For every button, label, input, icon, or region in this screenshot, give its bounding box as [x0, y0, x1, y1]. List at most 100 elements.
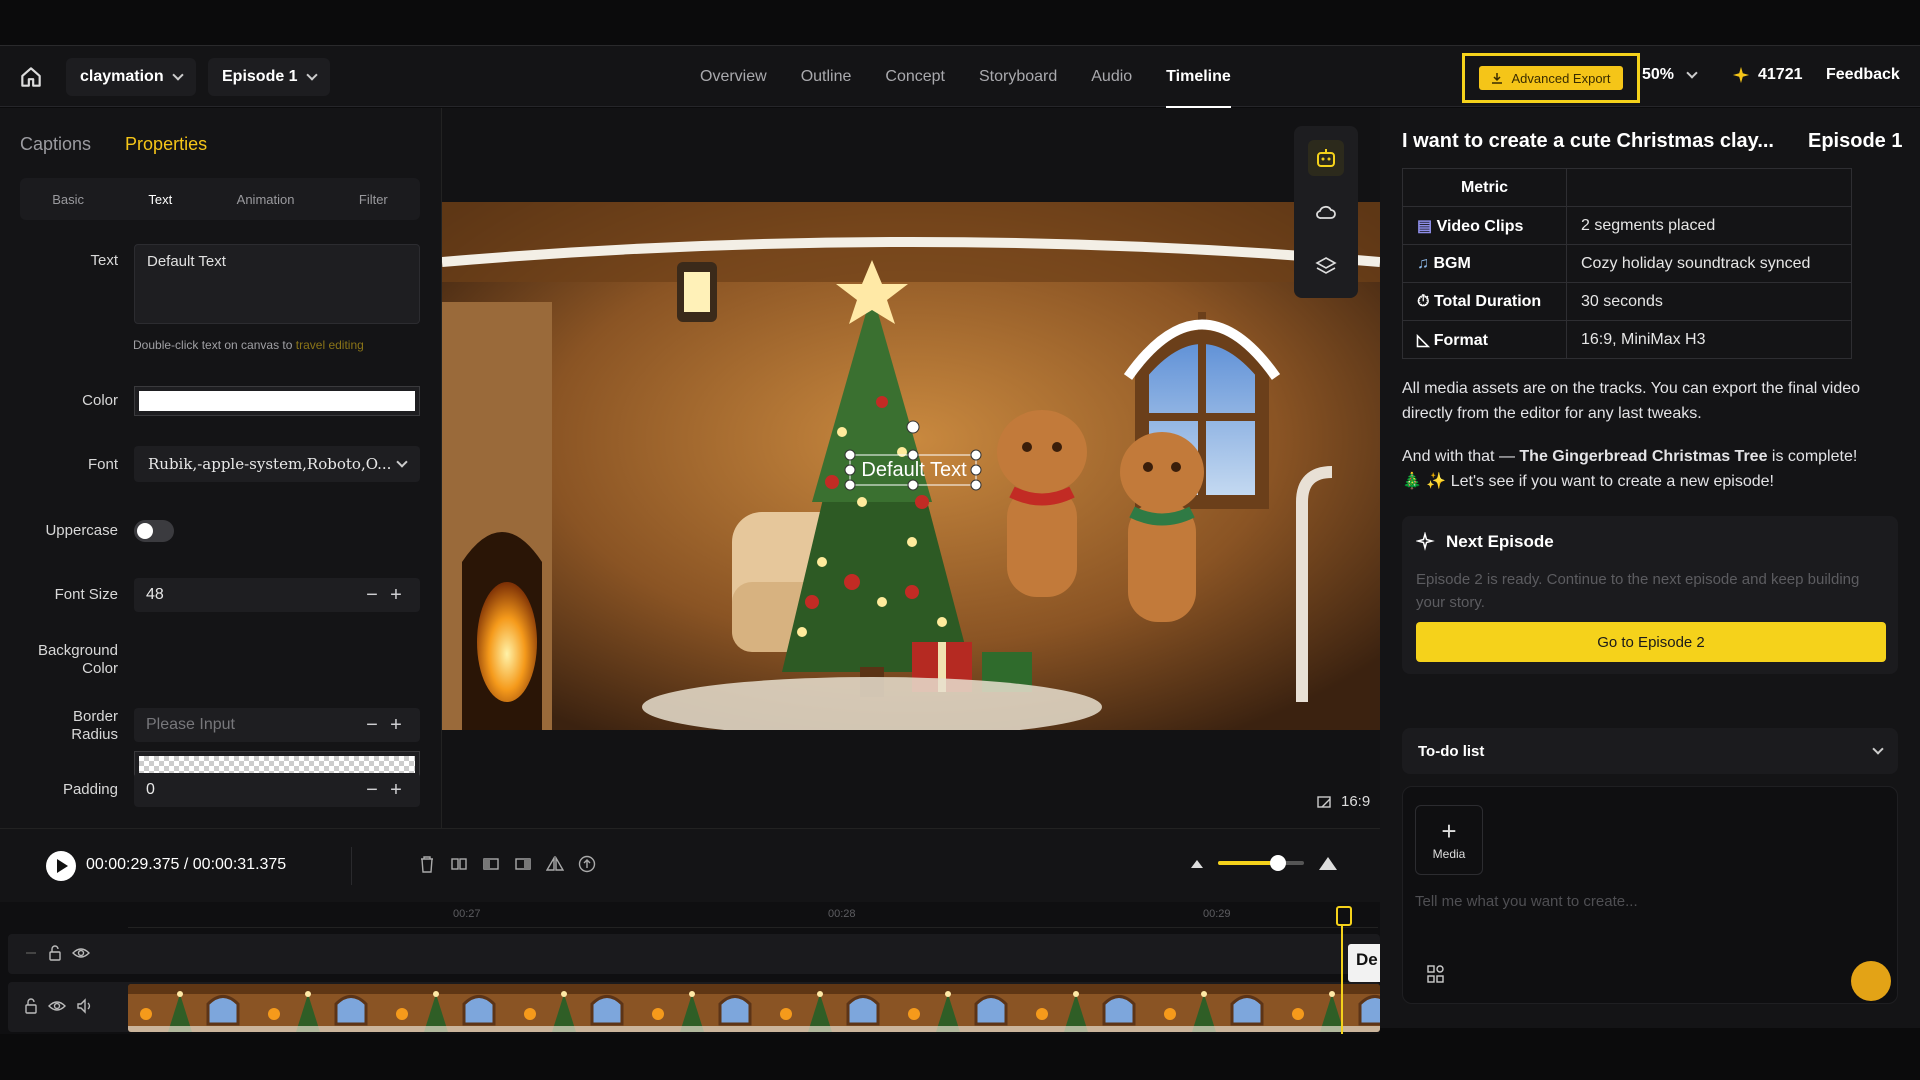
send-button[interactable]: [1851, 961, 1891, 1001]
music-icon: ♫: [1417, 254, 1434, 272]
track-controls: [24, 998, 94, 1014]
edit-hint: Double-click text on canvas to travel ed…: [133, 338, 364, 352]
minus-icon[interactable]: −: [360, 714, 384, 737]
episode-name-bold: The Gingerbread Christmas Tree: [1519, 448, 1768, 465]
table-header: Metric: [1402, 168, 1567, 207]
tools-icon[interactable]: [1427, 965, 1445, 988]
font-select[interactable]: Rubik,-apple-system,Roboto,O...: [134, 446, 420, 482]
trim-left-icon[interactable]: [482, 854, 500, 874]
editor-app: claymation Episode 1 Overview Outline Co…: [0, 0, 1920, 1080]
export-highlight: Advanced Export: [1462, 53, 1640, 103]
table-row: ▤ Video Clips 2 segments placed: [1402, 206, 1852, 245]
next-episode-description: Episode 2 is ready. Continue to the next…: [1416, 571, 1860, 611]
zoom-dropdown[interactable]: 50%: [1642, 66, 1698, 84]
metric-table: Metric ▤ Video Clips 2 segments placed ♫…: [1402, 168, 1852, 359]
minus-icon[interactable]: −: [360, 584, 384, 607]
divider: [351, 847, 352, 885]
aspect-ratio-icon: [1317, 795, 1331, 808]
chevron-down-icon: [305, 69, 318, 81]
font-size-value[interactable]: 48: [146, 586, 360, 604]
upload-icon[interactable]: [578, 854, 596, 874]
eye-icon[interactable]: [48, 998, 66, 1014]
cloud-icon[interactable]: [1308, 194, 1344, 230]
text-input[interactable]: Default Text: [134, 244, 420, 324]
border-radius-stepper[interactable]: Please Input − +: [134, 708, 420, 742]
next-episode-heading: Next Episode: [1416, 532, 1554, 552]
prompt-input[interactable]: Tell me what you want to create...: [1415, 893, 1638, 910]
tab-audio[interactable]: Audio: [1091, 46, 1132, 108]
robot-icon[interactable]: [1308, 140, 1344, 176]
chevron-down-icon: [1872, 743, 1884, 755]
color-swatch: [139, 391, 415, 411]
subtab-animation[interactable]: Animation: [237, 192, 295, 207]
trash-icon[interactable]: [418, 854, 436, 874]
play-button[interactable]: [46, 851, 76, 881]
plus-icon[interactable]: +: [384, 714, 408, 737]
nav-tabs: Overview Outline Concept Storyboard Audi…: [700, 46, 1231, 108]
layers-icon[interactable]: [1308, 248, 1344, 284]
font-size-stepper[interactable]: 48 − +: [134, 578, 420, 612]
go-to-episode-button[interactable]: Go to Episode 2: [1416, 622, 1886, 662]
download-icon: [1492, 73, 1503, 84]
tab-concept[interactable]: Concept: [885, 46, 945, 108]
padding-stepper[interactable]: 0 − +: [134, 773, 420, 807]
font-value: Rubik,-apple-system,Roboto,O...: [148, 455, 392, 473]
drag-handle-icon[interactable]: [24, 945, 38, 961]
flip-icon[interactable]: [546, 854, 564, 874]
video-clip[interactable]: [128, 984, 1380, 1032]
property-subtabs: Basic Text Animation Filter: [20, 178, 420, 220]
border-radius-input[interactable]: Please Input: [146, 716, 360, 734]
plus-icon[interactable]: +: [384, 779, 408, 802]
color-picker[interactable]: [134, 386, 420, 416]
subtab-basic[interactable]: Basic: [52, 192, 84, 207]
zoom-slider[interactable]: [1218, 855, 1304, 871]
tab-captions[interactable]: Captions: [20, 134, 91, 155]
tab-timeline[interactable]: Timeline: [1166, 46, 1231, 108]
table-cell: Cozy holiday soundtrack synced: [1566, 244, 1852, 283]
minus-icon[interactable]: −: [360, 779, 384, 802]
todo-list-toggle[interactable]: To-do list: [1402, 728, 1898, 774]
volume-icon[interactable]: [76, 998, 94, 1014]
trim-right-icon[interactable]: [514, 854, 532, 874]
unlock-icon[interactable]: [48, 945, 62, 961]
subtab-filter[interactable]: Filter: [359, 192, 388, 207]
canvas-text-overlay[interactable]: Default Text: [852, 456, 976, 484]
episode-dropdown[interactable]: Episode 1: [208, 58, 330, 96]
feedback-button[interactable]: Feedback: [1826, 66, 1900, 84]
top-bar: claymation Episode 1 Overview Outline Co…: [0, 45, 1920, 108]
tab-outline[interactable]: Outline: [801, 46, 852, 108]
table-cell: 30 seconds: [1566, 282, 1852, 321]
preview-frame[interactable]: Default Text: [442, 202, 1380, 730]
export-label: Advanced Export: [1511, 70, 1611, 86]
uppercase-toggle[interactable]: [134, 520, 174, 542]
add-media-button[interactable]: + Media: [1415, 805, 1483, 875]
tab-overview[interactable]: Overview: [700, 46, 767, 108]
home-icon[interactable]: [18, 64, 44, 90]
tab-storyboard[interactable]: Storyboard: [979, 46, 1057, 108]
video-thumbnails: [128, 984, 1380, 1032]
aspect-ratio-button[interactable]: 16:9: [1317, 793, 1370, 810]
hint-link[interactable]: travel editing: [296, 338, 364, 352]
canvas-area: Default Text 16:9: [442, 108, 1380, 828]
project-dropdown[interactable]: claymation: [66, 58, 196, 96]
table-header-row: Metric: [1402, 168, 1852, 207]
media-label: Media: [1432, 847, 1466, 861]
credits-badge[interactable]: 41721: [1732, 66, 1803, 84]
tab-properties[interactable]: Properties: [125, 134, 207, 155]
zoom-slider-knob[interactable]: [1270, 855, 1287, 871]
subtab-text[interactable]: Text: [148, 192, 172, 207]
text-label: Text: [90, 252, 118, 269]
eye-icon[interactable]: [72, 945, 90, 961]
advanced-export-button[interactable]: Advanced Export: [1479, 66, 1623, 90]
background-color-label: Background Color: [37, 642, 118, 677]
plus-icon[interactable]: +: [384, 584, 408, 607]
zoom-out-icon[interactable]: [1190, 857, 1204, 869]
padding-value[interactable]: 0: [146, 781, 360, 799]
zoom-in-icon[interactable]: [1318, 855, 1338, 871]
todo-label: To-do list: [1418, 742, 1485, 760]
unlock-icon[interactable]: [24, 998, 38, 1014]
new-episode-prompt: 🎄 ✨ Let's see if you want to create a ne…: [1402, 473, 1774, 490]
ruler-tick: 00:27: [453, 908, 481, 920]
playhead[interactable]: [1336, 906, 1352, 1034]
split-icon[interactable]: [450, 854, 468, 874]
